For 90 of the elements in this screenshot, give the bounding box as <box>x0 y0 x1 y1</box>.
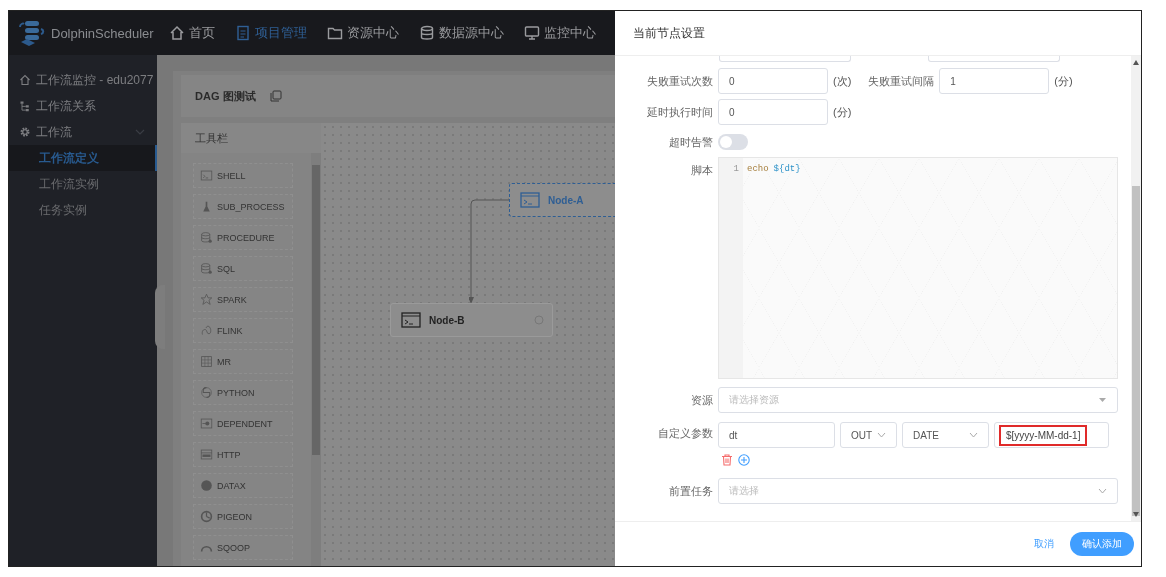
gear-icon <box>19 126 31 138</box>
caret-icon <box>1098 397 1107 403</box>
field-label: 资源 <box>690 392 713 408</box>
tool-item[interactable]: PROCEDURE <box>193 225 293 250</box>
caret-icon <box>1098 488 1107 494</box>
logo-icon <box>17 19 47 47</box>
drawer-title: 当前节点设置 <box>633 24 705 42</box>
trash-icon[interactable] <box>721 454 733 466</box>
sidebar-subitem[interactable]: 工作流实例 <box>9 171 157 197</box>
input-field[interactable]: dt <box>718 422 835 448</box>
scroll-down-icon[interactable] <box>1133 512 1139 517</box>
sidebar-subitem[interactable]: 任务实例 <box>9 197 157 223</box>
dag-node[interactable]: Node-A <box>509 183 615 217</box>
add-icon[interactable] <box>738 454 750 466</box>
type-select[interactable]: DATE <box>902 422 989 448</box>
tool-item[interactable]: SUB_PROCESS <box>193 194 293 219</box>
tool-item[interactable]: SHELL <box>193 163 293 188</box>
database-icon <box>200 262 213 275</box>
star-icon <box>200 293 213 306</box>
field-label: 延时执行时间 <box>646 104 713 120</box>
grid-icon <box>200 355 213 368</box>
copy-icon[interactable] <box>269 90 282 102</box>
home-icon <box>169 25 185 41</box>
nav-tab[interactable]: 数据源中心 <box>409 24 514 42</box>
clock-icon <box>200 510 213 523</box>
code-token: ${dt} <box>773 164 801 176</box>
direction-select[interactable]: OUT <box>840 422 897 448</box>
input-field[interactable]: 1 <box>939 68 1050 94</box>
sidebar-item[interactable]: 工作流关系 <box>9 93 157 119</box>
scroll-up-icon[interactable] <box>1133 60 1139 65</box>
code-token: echo <box>747 164 769 176</box>
tool-item[interactable]: SQL <box>193 256 293 281</box>
field-label: 前置任务 <box>668 483 713 499</box>
input-field[interactable]: 0 <box>718 68 828 94</box>
python-icon <box>200 386 213 399</box>
value-field[interactable]: $[yyyy-MM-dd-1] <box>994 422 1109 448</box>
field-label: 失败重试间隔 <box>868 73 935 89</box>
toggle-switch[interactable] <box>718 134 748 150</box>
field-label: 脚本 <box>690 163 713 178</box>
terminal-icon <box>200 169 213 182</box>
tool-item[interactable]: DEPENDENT <box>193 411 293 436</box>
sidebar-item[interactable]: 工作流监控 - edu2077 <box>9 67 157 93</box>
confirm-button[interactable]: 确认添加 <box>1070 532 1134 556</box>
nav-tab[interactable]: 首页 <box>159 24 225 42</box>
collapse-handle[interactable] <box>155 285 165 349</box>
window-icon <box>200 448 213 461</box>
caret-icon <box>877 432 886 438</box>
unit-label: (分) <box>833 104 852 120</box>
pre-task-select[interactable]: 请选择 <box>718 478 1118 504</box>
tool-item[interactable]: PYTHON <box>193 380 293 405</box>
field-label: 失败重试次数 <box>646 73 713 89</box>
dag-node[interactable]: Node-B <box>390 303 553 337</box>
disc-icon <box>200 479 213 492</box>
input-field[interactable]: 0 <box>718 99 828 125</box>
input-field[interactable] <box>928 56 1060 62</box>
unit-label: (次) <box>833 73 852 89</box>
dag-title: DAG 图测试 <box>195 88 256 104</box>
tool-item[interactable]: SPARK <box>193 287 293 312</box>
field-label: 自定义参数 <box>657 426 713 441</box>
monitor-icon <box>524 25 540 41</box>
tool-item[interactable]: FLINK <box>193 318 293 343</box>
line-number: 1 <box>732 164 740 176</box>
chevron-icon <box>135 127 145 137</box>
terminal-icon <box>401 312 421 328</box>
document-icon <box>235 25 251 41</box>
nav-tab[interactable]: 项目管理 <box>225 24 317 42</box>
tool-item[interactable]: PIGEON <box>193 504 293 529</box>
tool-item[interactable]: HTTP <box>193 442 293 467</box>
sidebar-item[interactable]: 工作流 <box>9 119 157 145</box>
tree-icon <box>19 100 31 112</box>
database-icon <box>200 231 213 244</box>
cancel-button[interactable]: 取消 <box>1028 536 1060 552</box>
code-editor[interactable]: 1 echo ${dt} <box>718 157 1118 379</box>
field-label: 超时告警 <box>668 134 713 150</box>
sidebar-subitem[interactable]: 工作流定义 <box>9 145 157 171</box>
scrollbar[interactable] <box>311 153 321 566</box>
nav-tab[interactable]: 资源中心 <box>317 24 409 42</box>
tool-item[interactable]: DATAX <box>193 473 293 498</box>
nav-tab[interactable]: 监控中心 <box>514 24 606 42</box>
caret-icon <box>969 432 978 438</box>
database-icon <box>419 25 435 41</box>
tool-item[interactable]: SQOOP <box>193 535 293 560</box>
tool-item[interactable]: MR <box>193 349 293 374</box>
app-name: DolphinScheduler <box>51 25 154 41</box>
home-icon <box>19 74 31 86</box>
input-field[interactable] <box>719 56 851 62</box>
unit-label: (分) <box>1054 73 1073 89</box>
scrollbar[interactable] <box>1131 56 1141 521</box>
folder-icon <box>327 25 343 41</box>
terminal-icon <box>520 192 540 208</box>
